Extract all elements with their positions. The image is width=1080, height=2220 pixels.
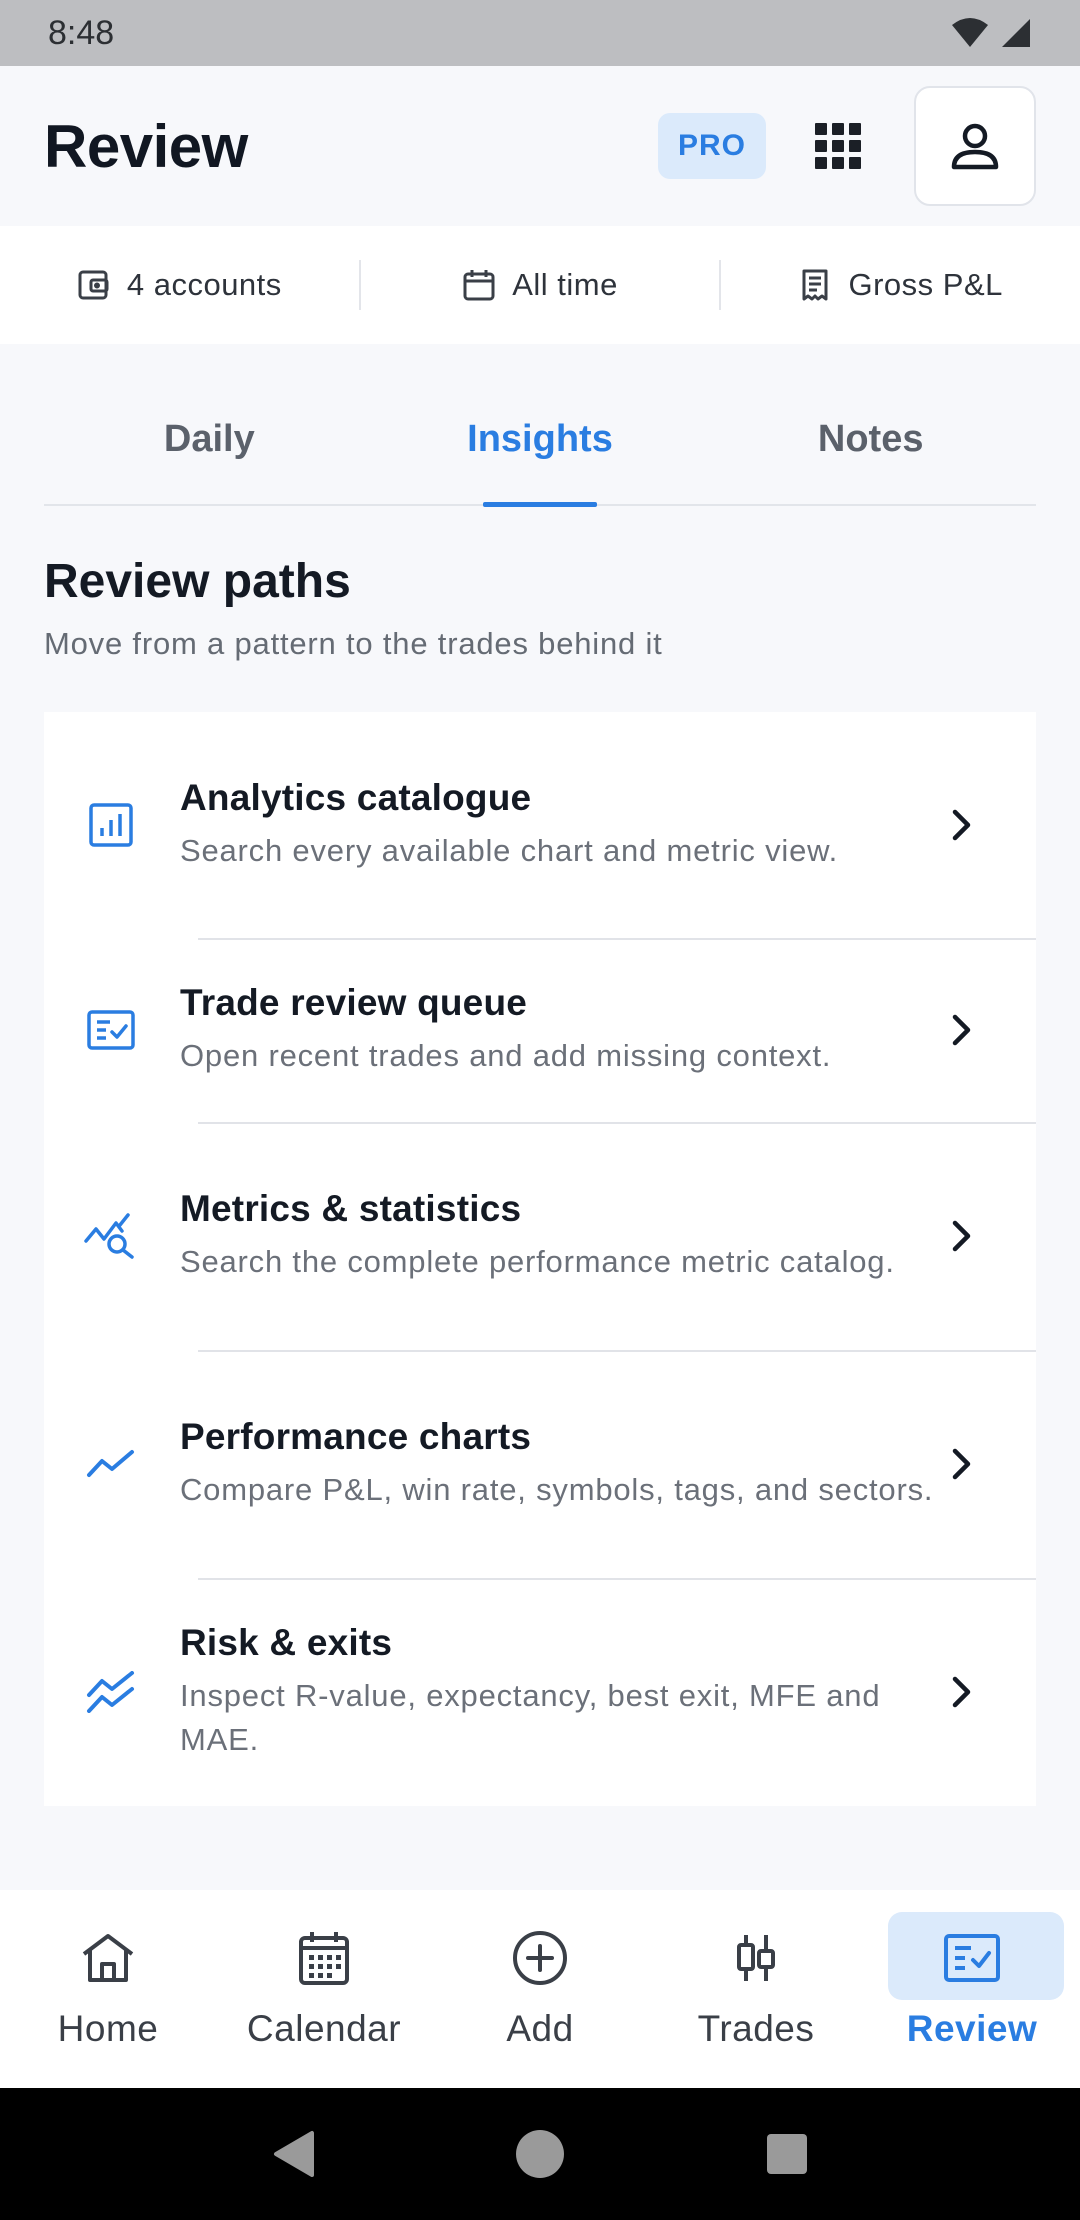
checklist-icon [84,1003,138,1057]
nav-label: Home [57,2008,159,2049]
nav-trades[interactable]: Trades [656,1890,856,2088]
candlestick-icon [712,1914,800,2002]
header-actions: PRO [657,86,1036,206]
system-nav-bar [0,2088,1080,2220]
filter-date-label: All time [512,267,618,302]
home-circle-icon [515,2130,564,2178]
path-description: Open recent trades and add missing conte… [180,1038,832,1073]
path-analytics-catalogue[interactable]: Analytics catalogue Search every availab… [44,712,1036,938]
chart-search-icon [84,1209,138,1263]
tab-insights[interactable]: Insights [375,400,706,504]
grid-icon [815,123,861,169]
chevron-right-icon [944,1674,980,1710]
home-icon [64,1914,152,2002]
chevron-right-icon [944,1012,980,1048]
path-text: Trade review queue Open recent trades an… [180,982,831,1078]
signal-icon [1002,19,1030,47]
path-performance-charts[interactable]: Performance charts Compare P&L, win rate… [44,1350,1036,1578]
home-system-button[interactable] [510,2124,570,2184]
nav-label: Trades [697,2008,815,2049]
pro-badge[interactable]: PRO [657,113,766,179]
chevron-right-icon [944,1218,980,1254]
status-icons [950,17,1032,49]
nav-home[interactable]: Home [8,1890,208,2088]
filter-date-range[interactable]: All time [361,226,720,344]
filter-accounts[interactable]: 4 accounts [0,226,359,344]
nav-review[interactable]: Review [872,1890,1072,2088]
path-title: Risk & exits [180,1622,393,1663]
filter-row: 4 accounts All time Gross P&L [0,226,1080,344]
path-text: Performance charts Compare P&L, win rate… [180,1416,933,1512]
trend-line-icon [84,1437,138,1491]
path-description: Compare P&L, win rate, symbols, tags, an… [180,1472,934,1507]
section-title: Review paths [44,555,351,608]
profile-button[interactable] [914,86,1036,206]
chevron-right-icon [944,807,980,843]
back-button[interactable] [263,2124,323,2184]
path-title: Analytics catalogue [180,777,532,818]
filter-pnl-label: Gross P&L [848,267,1003,302]
calendar-icon [280,1914,368,2002]
tab-daily[interactable]: Daily [44,400,375,504]
path-text: Analytics catalogue Search every availab… [180,777,838,873]
page-title: Review [44,112,248,180]
path-title: Performance charts [180,1416,532,1457]
nav-label: Add [506,2008,574,2049]
path-trade-review-queue[interactable]: Trade review queue Open recent trades an… [44,938,1036,1122]
bottom-nav: Home Calendar Add Trades Review [0,1890,1080,2088]
nav-calendar[interactable]: Calendar [224,1890,424,2088]
nav-label: Review [906,2008,1038,2049]
tab-bar: Daily Insights Notes [44,400,1036,506]
path-text: Metrics & statistics Search the complete… [180,1188,895,1284]
path-title: Metrics & statistics [180,1188,522,1229]
person-icon [951,123,999,170]
path-description: Search the complete performance metric c… [180,1244,895,1279]
nav-label: Calendar [246,2008,402,2049]
section-subtitle: Move from a pattern to the trades behind… [44,626,663,661]
double-trend-icon [84,1665,138,1719]
wallet-icon [78,270,109,300]
review-icon [928,1914,1016,2002]
recents-button[interactable] [757,2124,817,2184]
path-metrics-statistics[interactable]: Metrics & statistics Search the complete… [44,1122,1036,1350]
filter-accounts-label: 4 accounts [126,267,282,302]
path-risk-exits[interactable]: Risk & exits Inspect R-value, expectancy… [44,1578,1036,1806]
path-title: Trade review queue [180,982,528,1023]
tab-notes[interactable]: Notes [705,400,1036,504]
filter-pnl-type[interactable]: Gross P&L [721,226,1080,344]
receipt-icon [802,269,828,301]
review-paths-list: Analytics catalogue Search every availab… [44,712,1036,1806]
recents-square-icon [766,2134,807,2174]
status-time: 8:48 [48,13,115,52]
app-header: Review PRO [0,66,1080,226]
calendar-icon [463,270,495,301]
back-triangle-icon [274,2131,315,2177]
nav-add[interactable]: Add [440,1890,640,2088]
path-description: Inspect R-value, expectancy, best exit, … [180,1678,881,1757]
wifi-icon [952,18,988,47]
apps-grid-button[interactable] [808,116,868,176]
status-bar: 8:48 [0,0,1080,66]
chevron-right-icon [944,1446,980,1482]
path-text: Risk & exits Inspect R-value, expectancy… [180,1622,936,1762]
bar-chart-icon [84,798,138,852]
path-description: Search every available chart and metric … [180,833,839,868]
add-circle-icon [496,1914,584,2002]
